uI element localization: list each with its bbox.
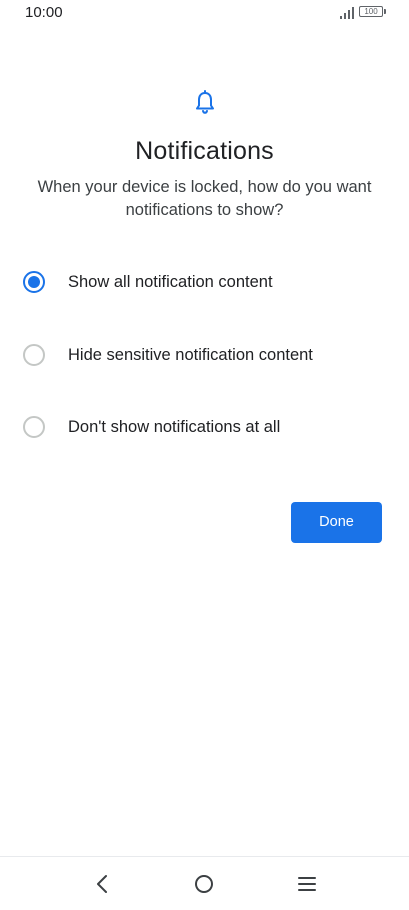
status-time: 10:00 bbox=[25, 4, 63, 21]
radio-button[interactable] bbox=[23, 416, 45, 438]
bell-icon bbox=[196, 90, 214, 114]
battery-tip bbox=[384, 9, 386, 14]
navigation-bar bbox=[0, 856, 409, 910]
home-circle-icon[interactable] bbox=[190, 870, 218, 898]
page-subtitle: When your device is locked, how do you w… bbox=[37, 178, 372, 219]
back-chevron-icon[interactable] bbox=[88, 870, 116, 898]
battery-level: 100 bbox=[364, 7, 378, 16]
done-button[interactable]: Done bbox=[291, 502, 382, 543]
option-label: Don't show notifications at all bbox=[68, 418, 281, 436]
option-show-all[interactable]: Show all notification content bbox=[0, 254, 409, 310]
radio-button-checked[interactable] bbox=[23, 271, 45, 293]
status-bar: 10:00 100 bbox=[0, 0, 409, 28]
option-dont-show[interactable]: Don't show notifications at all bbox=[0, 399, 409, 455]
signal-bars-icon bbox=[340, 7, 354, 19]
page-title: Notifications bbox=[135, 137, 274, 165]
option-label: Hide sensitive notification content bbox=[68, 346, 313, 364]
option-label: Show all notification content bbox=[68, 273, 273, 291]
menu-lines-icon[interactable] bbox=[293, 870, 321, 898]
radio-button[interactable] bbox=[23, 344, 45, 366]
battery-icon: 100 bbox=[359, 6, 383, 17]
option-hide-sensitive[interactable]: Hide sensitive notification content bbox=[0, 327, 409, 383]
